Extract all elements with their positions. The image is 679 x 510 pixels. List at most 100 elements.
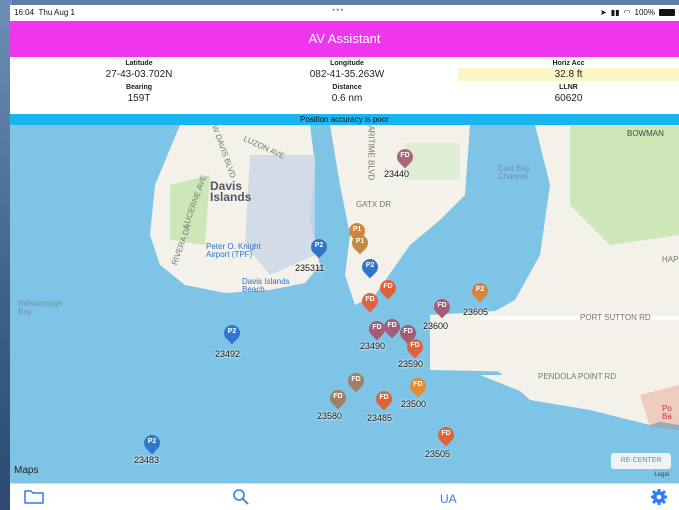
aid-number-label: 23490 xyxy=(360,341,386,351)
aid-marker[interactable]: P2 xyxy=(307,235,331,259)
status-right: ➤ ▮▮ ◠ 100% xyxy=(600,8,675,17)
status-time: 16:04 xyxy=(14,8,35,17)
horiz-acc-label: Horiz Acc xyxy=(552,60,585,67)
aid-number-label: 23483 xyxy=(134,455,160,465)
status-bar: 16:04 Thu Aug 1 ••• ➤ ▮▮ ◠ 100% xyxy=(10,5,679,20)
aid-marker[interactable]: P2 xyxy=(468,279,492,303)
maps-brand: Maps xyxy=(14,465,38,476)
marker-label: FD xyxy=(383,283,393,290)
horiz-column: Horiz Acc 32.8 ft LLNR 60620 xyxy=(458,57,679,105)
marker-label: P1 xyxy=(355,238,365,245)
marker-label: FD xyxy=(333,393,343,400)
marker-label: FD xyxy=(351,376,361,383)
aid-number-label: 23492 xyxy=(215,349,241,359)
folder-icon[interactable] xyxy=(24,488,44,509)
label-pendola: PENDOLA POINT RD xyxy=(538,372,617,381)
marker-label: FD xyxy=(403,328,413,335)
aid-marker[interactable]: FD xyxy=(365,317,389,341)
marker-label: FD xyxy=(400,152,410,159)
marker-label: FD xyxy=(365,296,375,303)
map-land xyxy=(150,125,679,430)
aid-marker[interactable]: FD xyxy=(403,335,427,359)
aid-number-label: 23505 xyxy=(425,449,451,459)
aid-marker[interactable]: P2 xyxy=(358,255,382,279)
battery-percent: 100% xyxy=(634,8,655,17)
multitask-dots[interactable]: ••• xyxy=(332,5,344,15)
longitude-value: 082-41-35.263W xyxy=(309,69,385,80)
location-icon: ➤ xyxy=(600,8,607,17)
bearing-value: 159T xyxy=(127,93,151,104)
label-gatx: GATX DR xyxy=(356,200,391,209)
recenter-button[interactable]: RE-CENTER xyxy=(611,453,671,469)
distance-value: 0.6 nm xyxy=(331,93,363,104)
aid-marker[interactable]: FD xyxy=(393,145,417,169)
latitude-label: Latitude xyxy=(125,60,153,67)
marker-label: P2 xyxy=(475,286,485,293)
latitude-column: Latitude 27-43-03.702N Bearing 159T xyxy=(44,57,234,105)
bottom-toolbar: UA xyxy=(10,483,679,510)
ua-button[interactable]: UA xyxy=(440,492,457,506)
gear-icon[interactable] xyxy=(650,488,668,510)
marker-label: FD xyxy=(410,342,420,349)
horiz-acc-value: 32.8 ft xyxy=(458,68,679,81)
aid-number-label: 235311 xyxy=(295,263,325,273)
marker-label: P2 xyxy=(314,242,324,249)
wifi-icon: ◠ xyxy=(623,8,631,17)
marker-label: P1 xyxy=(352,226,362,233)
status-time-date: 16:04 Thu Aug 1 xyxy=(14,8,75,17)
latitude-value: 27-43-03.702N xyxy=(105,69,173,80)
aid-marker[interactable]: P1 xyxy=(348,231,372,255)
marker-label: P2 xyxy=(227,328,237,335)
label-east-bay: East Bay Channel xyxy=(498,164,531,181)
aid-marker[interactable]: FD xyxy=(430,295,454,319)
accuracy-alert: Position accuracy is poor xyxy=(10,114,679,125)
aid-number-label: 23500 xyxy=(401,399,427,409)
aid-marker[interactable]: P2 xyxy=(140,431,164,455)
maps-brand-label: Maps xyxy=(14,465,39,476)
label-maritime: MARITIME BLVD xyxy=(366,125,376,181)
legal-link[interactable]: Legal xyxy=(654,472,669,478)
llnr-label: LLNR xyxy=(559,84,578,91)
aid-number-label: 23605 xyxy=(463,307,489,317)
marker-label: P2 xyxy=(147,438,157,445)
signal-icon: ▮▮ xyxy=(610,8,620,17)
distance-label: Distance xyxy=(332,84,362,91)
status-date: Thu Aug 1 xyxy=(38,8,75,17)
aid-marker[interactable]: FD xyxy=(372,387,396,411)
aid-number-label: 23590 xyxy=(398,359,424,369)
aid-marker[interactable]: FD xyxy=(376,276,400,300)
map-view[interactable]: Davis Islands Peter O. Knight Airport (T… xyxy=(10,125,679,483)
marker-label: FD xyxy=(413,381,423,388)
marker-label: FD xyxy=(437,302,447,309)
aid-marker[interactable]: FD xyxy=(406,374,430,398)
aid-marker[interactable]: FD xyxy=(434,423,458,447)
marker-label: P2 xyxy=(365,262,375,269)
aid-number-label: 23440 xyxy=(384,169,410,179)
aid-marker[interactable]: P2 xyxy=(220,321,244,345)
label-hap: HAP xyxy=(662,255,679,264)
aid-marker[interactable]: FD xyxy=(358,289,382,313)
label-hillsborough: Hillsborough Bay xyxy=(18,299,63,316)
label-beach: Davis Islands Beach xyxy=(242,277,290,294)
app-title: AV Assistant xyxy=(10,21,679,57)
bearing-label: Bearing xyxy=(125,84,153,91)
label-port-sutton: PORT SUTTON RD xyxy=(580,313,651,322)
app-screen: 16:04 Thu Aug 1 ••• ➤ ▮▮ ◠ 100% AV Assis… xyxy=(10,5,679,510)
label-bowman: BOWMAN xyxy=(627,129,664,138)
marker-label: FD xyxy=(387,322,397,329)
aid-marker[interactable]: FD xyxy=(344,369,368,393)
aid-number-label: 23485 xyxy=(367,413,393,423)
marker-label: FD xyxy=(379,394,389,401)
marker-label: FD xyxy=(441,430,451,437)
label-davis-islands: Davis Islands xyxy=(210,179,252,204)
aid-number-label: 23600 xyxy=(423,321,449,331)
battery-icon xyxy=(659,9,675,16)
aid-marker[interactable]: FD xyxy=(380,315,404,339)
aid-marker[interactable]: FD xyxy=(326,386,350,410)
label-airport: Peter O. Knight Airport (TPF) xyxy=(206,242,261,259)
plant-area xyxy=(405,143,460,180)
longitude-label: Longitude xyxy=(330,60,364,67)
device-frame: 16:04 Thu Aug 1 ••• ➤ ▮▮ ◠ 100% AV Assis… xyxy=(0,0,679,510)
llnr-value: 60620 xyxy=(554,93,583,104)
search-icon[interactable] xyxy=(232,488,250,510)
